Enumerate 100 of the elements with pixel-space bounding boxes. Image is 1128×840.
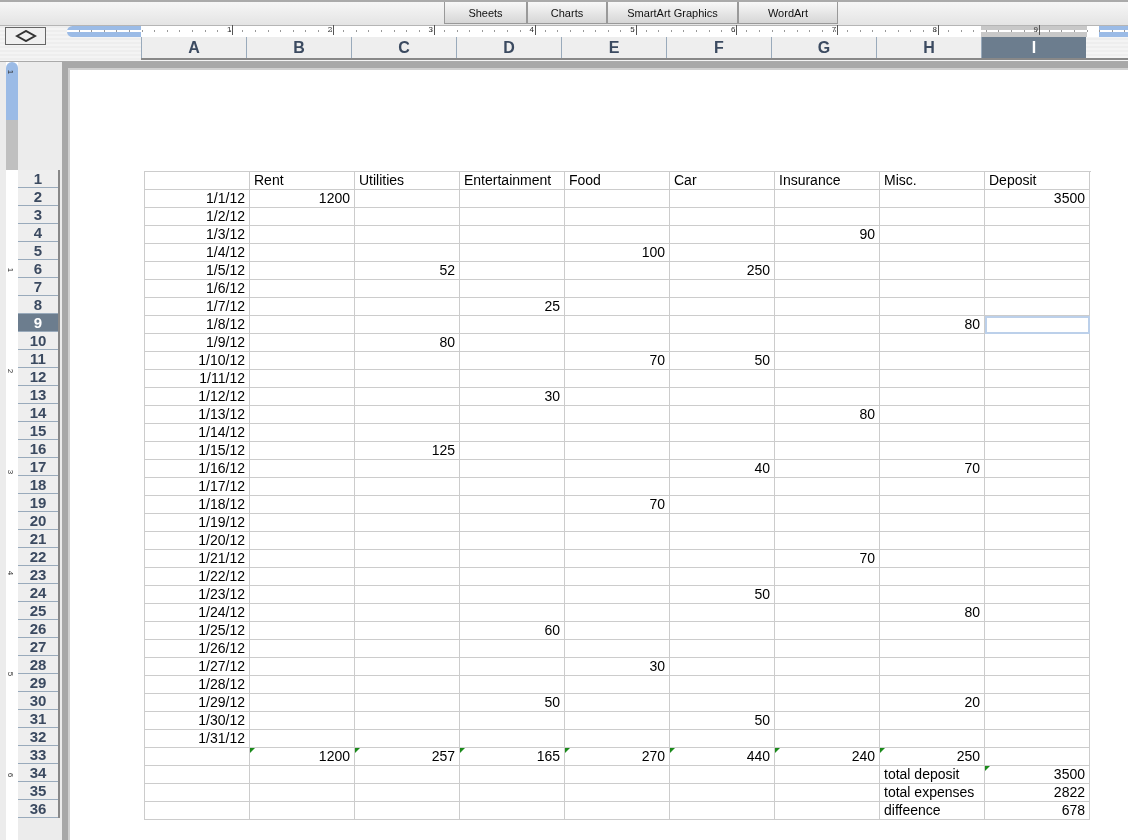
ruler-number: 9 <box>1033 25 1040 35</box>
table-cell: Deposit <box>985 172 1090 190</box>
table-cell: 1/12/12 <box>145 388 250 406</box>
table-cell: 270 <box>565 748 670 766</box>
table-cell: 1/25/12 <box>145 622 250 640</box>
ruler-number: 3 <box>428 25 436 35</box>
table-cell: 1/10/12 <box>145 352 250 370</box>
table-cell: 1/8/12 <box>145 316 250 334</box>
table-cell: 2822 <box>985 784 1090 802</box>
table-cell: 1/26/12 <box>145 640 250 658</box>
table-cell: 1/2/12 <box>145 208 250 226</box>
table-cell: 80 <box>775 406 880 424</box>
table-cell: 1/16/12 <box>145 460 250 478</box>
table-cell: Rent <box>250 172 355 190</box>
table-cell: 1/4/12 <box>145 244 250 262</box>
table-cell: 90 <box>775 226 880 244</box>
table-cell: 70 <box>565 352 670 370</box>
table-cell: 250 <box>880 748 985 766</box>
table-cell: 25 <box>460 298 565 316</box>
table-cell: Utilities <box>355 172 460 190</box>
table-cell: 1/13/12 <box>145 406 250 424</box>
table-cell: 1/9/12 <box>145 334 250 352</box>
table-cell: 3500 <box>985 766 1090 784</box>
table-cell: 1/23/12 <box>145 586 250 604</box>
ruler-number: 3 <box>6 469 15 475</box>
table-cell: 257 <box>355 748 460 766</box>
column-header[interactable]: F <box>666 37 771 58</box>
table-cell: 678 <box>985 802 1090 820</box>
ruler-number: 1 <box>6 69 15 75</box>
table-cell: 1200 <box>250 748 355 766</box>
ruler-number: 4 <box>529 25 536 35</box>
table-cell: 1/20/12 <box>145 532 250 550</box>
table-cell: 1/18/12 <box>145 496 250 514</box>
table-cell: 1/27/12 <box>145 658 250 676</box>
table-cell: 1/11/12 <box>145 370 250 388</box>
table-cell: 50 <box>670 352 775 370</box>
table-cell: 50 <box>670 586 775 604</box>
table-cell: 1/3/12 <box>145 226 250 244</box>
table-cell: 50 <box>670 712 775 730</box>
ruler-number: 7 <box>831 25 839 35</box>
ruler-number: 8 <box>932 25 940 35</box>
table-cell: 125 <box>355 442 460 460</box>
table-cell: 100 <box>565 244 670 262</box>
table-cell: 1/24/12 <box>145 604 250 622</box>
table-cell: 440 <box>670 748 775 766</box>
ruler-number: 6 <box>731 25 738 35</box>
ruler-margin <box>6 120 18 170</box>
ribbon-tab[interactable]: Charts <box>527 2 607 24</box>
ruler-number: 2 <box>6 368 15 374</box>
table-cell: 70 <box>880 460 985 478</box>
table-cell: 1/29/12 <box>145 694 250 712</box>
ruler-number: 5 <box>6 671 15 677</box>
toggle-button[interactable] <box>5 27 46 45</box>
ruler-number: 5 <box>630 25 637 35</box>
table-cell: 1/14/12 <box>145 424 250 442</box>
ribbon-tab[interactable]: SmartArt Graphics <box>607 2 738 24</box>
table-cell: 1/5/12 <box>145 262 250 280</box>
table-cell: Entertainment <box>460 172 565 190</box>
table-cell: 1/31/12 <box>145 730 250 748</box>
table-cell: 70 <box>775 550 880 568</box>
table-cell: Misc. <box>880 172 985 190</box>
table-cell: 3500 <box>985 190 1090 208</box>
diamond-icon <box>14 30 37 42</box>
table-cell: 50 <box>460 694 565 712</box>
table-cell: 1/17/12 <box>145 478 250 496</box>
table-cell: 20 <box>880 694 985 712</box>
column-header[interactable]: H <box>876 37 981 58</box>
ruler-number: 6 <box>6 772 15 778</box>
table-cell: diffeence <box>880 802 985 820</box>
table-cell: Food <box>565 172 670 190</box>
ribbon-tab[interactable]: Sheets <box>444 2 527 24</box>
ribbon-tab[interactable]: WordArt <box>738 2 838 24</box>
ruler-number: 1 <box>6 267 15 273</box>
ruler-number: 2 <box>327 25 335 35</box>
ruler-number: 4 <box>6 570 15 576</box>
table-cell: 1/7/12 <box>145 298 250 316</box>
table-cell: 1/22/12 <box>145 568 250 586</box>
column-header[interactable]: A <box>141 37 246 58</box>
table-cell: 1200 <box>250 190 355 208</box>
table-cell: 250 <box>670 262 775 280</box>
column-header[interactable]: C <box>351 37 456 58</box>
table-cell: 52 <box>355 262 460 280</box>
table-cell: 80 <box>355 334 460 352</box>
table-cell: 80 <box>880 316 985 334</box>
column-header[interactable]: G <box>771 37 876 58</box>
column-header[interactable]: E <box>561 37 666 58</box>
column-header[interactable]: B <box>246 37 351 58</box>
table-cell: 1/30/12 <box>145 712 250 730</box>
table-cell: 1/21/12 <box>145 550 250 568</box>
table-cell: 1/28/12 <box>145 676 250 694</box>
table-cell: 60 <box>460 622 565 640</box>
table-cell: Car <box>670 172 775 190</box>
table-cell: 30 <box>565 658 670 676</box>
table-cell: total expenses <box>880 784 985 802</box>
column-header[interactable]: D <box>456 37 561 58</box>
table-cell: 165 <box>460 748 565 766</box>
column-header[interactable]: I <box>981 37 1086 58</box>
table-cell: Insurance <box>775 172 880 190</box>
table-cell: 40 <box>670 460 775 478</box>
row-header[interactable]: 9 <box>18 314 58 332</box>
